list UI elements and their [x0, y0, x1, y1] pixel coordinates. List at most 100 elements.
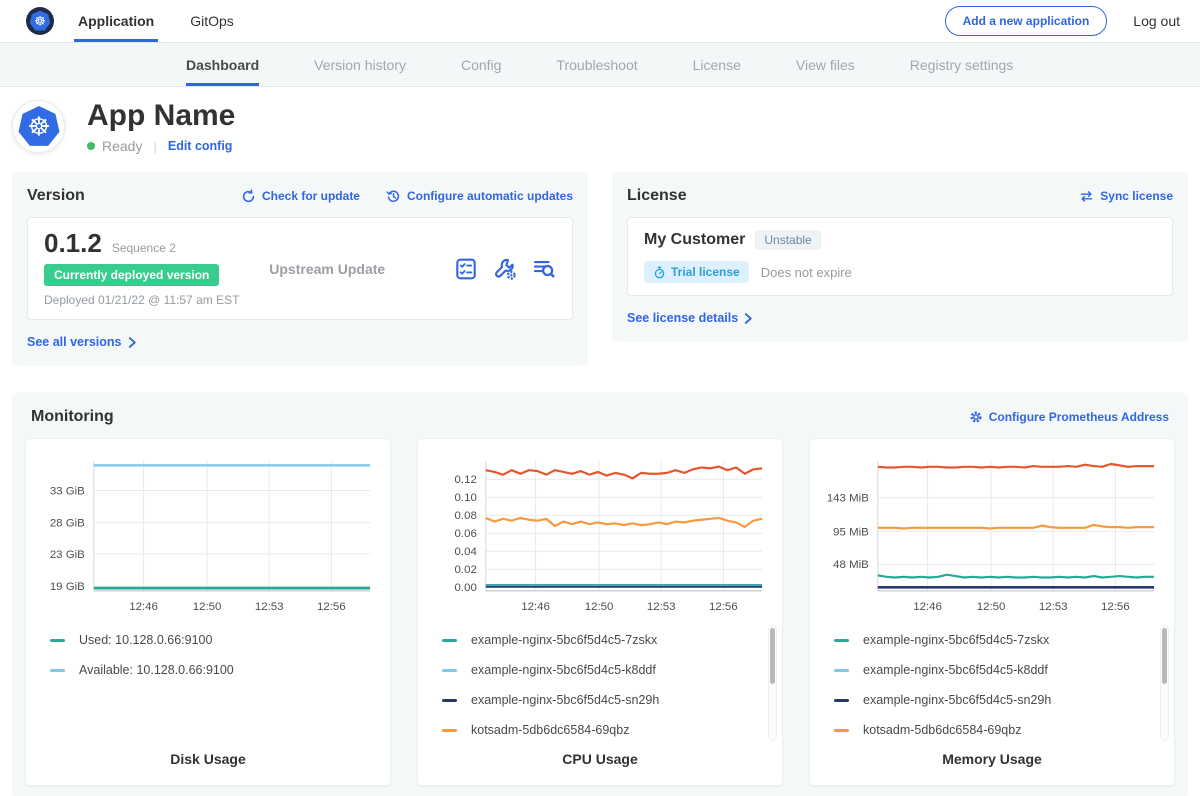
legend-scrollbar[interactable]: [768, 625, 777, 741]
channel-badge: Unstable: [755, 230, 820, 250]
sync-license-label: Sync license: [1100, 189, 1173, 203]
sync-license-link[interactable]: Sync license: [1079, 189, 1173, 203]
legend-item: Used: 10.128.0.66:9100: [50, 633, 372, 647]
legend-label: example-nginx-5bc6f5d4c5-sn29h: [471, 693, 659, 707]
refresh-icon: [241, 189, 256, 204]
tab-dashboard[interactable]: Dashboard: [186, 43, 259, 86]
svg-text:12:50: 12:50: [193, 601, 222, 613]
tab-config[interactable]: Config: [461, 43, 501, 86]
topnav-tab-application-label: Application: [78, 13, 154, 29]
svg-text:12:56: 12:56: [317, 601, 346, 613]
logout-button[interactable]: Log out: [1127, 9, 1186, 33]
page-title: App Name: [87, 99, 235, 132]
legend-swatch: [50, 639, 65, 642]
disk-usage-title: Disk Usage: [26, 743, 390, 785]
tab-version-history[interactable]: Version history: [314, 43, 406, 86]
chart-plot-svg: 0.000.020.040.060.080.100.1212:4612:5012…: [418, 453, 782, 618]
check-for-update-link[interactable]: Check for update: [241, 189, 360, 204]
cpu-usage-title: CPU Usage: [418, 743, 782, 785]
legend-scrollbar-thumb[interactable]: [1162, 628, 1167, 684]
tab-view-files[interactable]: View files: [796, 43, 855, 86]
add-application-button[interactable]: Add a new application: [945, 6, 1108, 36]
legend-swatch: [834, 729, 849, 732]
license-card-title: License: [627, 187, 687, 205]
preflight-checks-icon[interactable]: [454, 257, 478, 281]
cpu-usage-plot: 0.000.020.040.060.080.100.1212:4612:5012…: [418, 453, 782, 623]
see-license-details-link[interactable]: See license details: [627, 311, 753, 325]
chart-plot-svg: 48 MiB95 MiB143 MiB12:4612:5012:5312:56: [810, 453, 1174, 618]
tab-dashboard-label: Dashboard: [186, 57, 259, 73]
legend-swatch: [442, 669, 457, 672]
topnav-tab-application[interactable]: Application: [74, 0, 158, 42]
kubernetes-logo-icon: ☸: [26, 7, 54, 35]
sync-icon: [1079, 190, 1094, 203]
license-card: License Sync license My Customer Unstabl…: [612, 172, 1188, 342]
memory-usage-legend: example-nginx-5bc6f5d4c5-7zskx example-ng…: [810, 623, 1174, 743]
disk-usage-chart-card: 19 GiB23 GiB28 GiB33 GiB12:4612:5012:531…: [25, 438, 391, 786]
cpu-usage-legend: example-nginx-5bc6f5d4c5-7zskx example-ng…: [418, 623, 782, 743]
legend-scrollbar[interactable]: [1160, 625, 1169, 741]
status-badge: Ready: [102, 138, 142, 154]
legend-label: example-nginx-5bc6f5d4c5-7zskx: [471, 633, 657, 647]
trial-license-badge: Trial license: [644, 261, 749, 283]
edit-config-wrench-icon[interactable]: [493, 257, 517, 281]
topnav-tab-gitops[interactable]: GitOps: [186, 0, 238, 42]
tab-registry-settings[interactable]: Registry settings: [910, 43, 1013, 86]
trial-license-label: Trial license: [671, 265, 740, 279]
legend-label: Used: 10.128.0.66:9100: [79, 633, 212, 647]
legend-label: Available: 10.128.0.66:9100: [79, 663, 234, 677]
chart-plot-svg: 19 GiB23 GiB28 GiB33 GiB12:4612:5012:531…: [26, 453, 390, 618]
svg-text:33 GiB: 33 GiB: [50, 486, 85, 498]
license-expiry: Does not expire: [761, 265, 852, 280]
legend-swatch: [442, 639, 457, 642]
monitoring-section: Monitoring Configure Prometheus Address …: [12, 392, 1188, 796]
version-card-header: Version Check for update: [27, 187, 573, 205]
tab-troubleshoot[interactable]: Troubleshoot: [556, 43, 637, 86]
currently-deployed-badge: Currently deployed version: [44, 264, 219, 286]
see-all-versions-link[interactable]: See all versions: [27, 335, 137, 349]
license-info-card: My Customer Unstable Trial license Does …: [627, 217, 1173, 296]
svg-text:0.00: 0.00: [455, 583, 477, 595]
legend-item: example-nginx-5bc6f5d4c5-7zskx: [834, 633, 1156, 647]
legend-item: example-nginx-5bc6f5d4c5-sn29h: [834, 693, 1156, 707]
legend-swatch: [834, 639, 849, 642]
tab-license-label: License: [693, 57, 741, 73]
configure-automatic-updates-link[interactable]: Configure automatic updates: [386, 189, 573, 204]
top-nav: ☸ Application GitOps Add a new applicati…: [0, 0, 1200, 42]
legend-item: kotsadm-5db6dc6584-69qbz: [442, 723, 764, 737]
legend-scrollbar-thumb[interactable]: [770, 628, 775, 684]
svg-text:☸: ☸: [27, 111, 50, 141]
svg-text:48 MiB: 48 MiB: [833, 560, 869, 572]
configure-prometheus-link[interactable]: Configure Prometheus Address: [969, 410, 1169, 424]
topnav-tab-gitops-label: GitOps: [190, 13, 234, 29]
see-all-versions-label: See all versions: [27, 335, 122, 349]
svg-text:12:53: 12:53: [255, 601, 284, 613]
svg-text:12:50: 12:50: [977, 601, 1006, 613]
legend-label: example-nginx-5bc6f5d4c5-k8ddf: [863, 663, 1048, 677]
current-version-card: 0.1.2 Sequence 2 Currently deployed vers…: [27, 217, 573, 320]
svg-text:0.08: 0.08: [455, 511, 477, 523]
legend-swatch: [834, 669, 849, 672]
view-diff-icon[interactable]: [532, 257, 556, 281]
app-header: ☸ App Name Ready | Edit config: [0, 87, 1200, 172]
legend-item: example-nginx-5bc6f5d4c5-k8ddf: [442, 663, 764, 677]
edit-config-link[interactable]: Edit config: [168, 139, 233, 153]
memory-usage-plot: 48 MiB95 MiB143 MiB12:4612:5012:5312:56: [810, 453, 1174, 623]
cpu-usage-chart-card: 0.000.020.040.060.080.100.1212:4612:5012…: [417, 438, 783, 786]
svg-text:28 GiB: 28 GiB: [50, 518, 85, 530]
chevron-right-icon: [128, 337, 137, 348]
svg-text:12:53: 12:53: [1039, 601, 1068, 613]
svg-text:☸: ☸: [34, 14, 46, 29]
version-card-title: Version: [27, 187, 85, 205]
legend-label: example-nginx-5bc6f5d4c5-7zskx: [863, 633, 1049, 647]
tab-registry-settings-label: Registry settings: [910, 57, 1013, 73]
tab-license[interactable]: License: [693, 43, 741, 86]
tab-config-label: Config: [461, 57, 501, 73]
legend-item: example-nginx-5bc6f5d4c5-k8ddf: [834, 663, 1156, 677]
kots-admin-console: ☸ Application GitOps Add a new applicati…: [0, 0, 1200, 796]
svg-text:12:56: 12:56: [709, 601, 738, 613]
app-sub-nav: Dashboard Version history Config Trouble…: [0, 42, 1200, 87]
legend-swatch: [442, 729, 457, 732]
legend-item: kotsadm-5db6dc6584-69qbz: [834, 723, 1156, 737]
svg-text:95 MiB: 95 MiB: [833, 527, 869, 539]
